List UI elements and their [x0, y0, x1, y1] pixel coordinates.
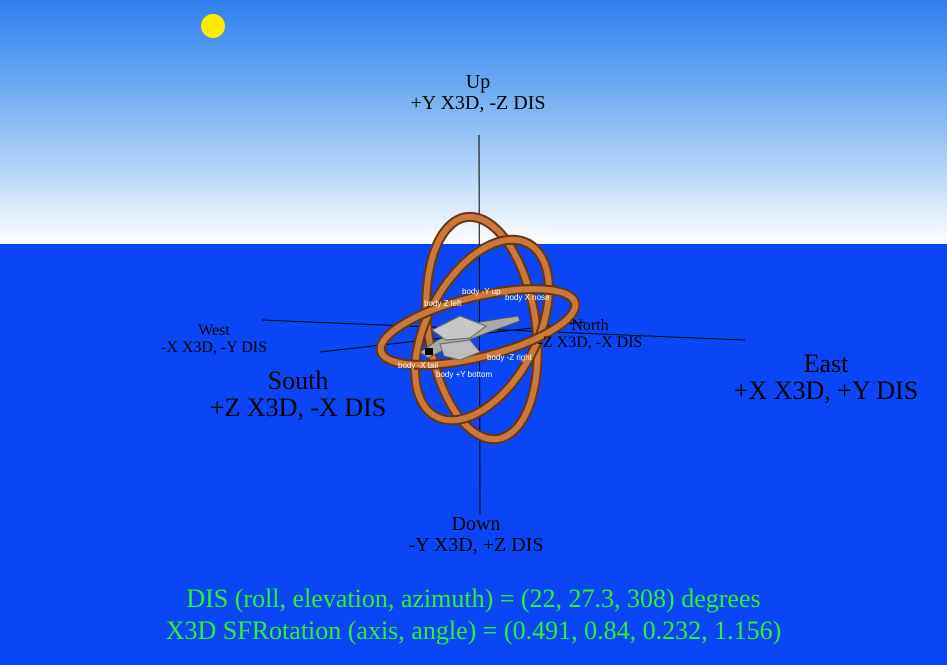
north-label: North -Z X3D, -X DIS — [520, 317, 660, 352]
body-axis-label-y-up: body -Y up — [462, 287, 501, 296]
down-label: Down -Y X3D, +Z DIS — [376, 514, 576, 556]
3d-viewport[interactable]: body -Y up body Z left body X nose body … — [0, 0, 947, 665]
up-label: Up +Y X3D, -Z DIS — [378, 72, 578, 114]
west-label-title: West — [198, 322, 230, 339]
south-label-sub: +Z X3D, -X DIS — [209, 393, 387, 423]
north-label-sub: -Z X3D, -X DIS — [537, 333, 643, 351]
body-axis-label-y-bottom: body +Y bottom — [436, 370, 493, 379]
east-label: East +X X3D, +Y DIS — [706, 350, 946, 405]
body-axis-label-x-nose: body X nose — [505, 293, 550, 302]
down-label-sub: -Y X3D, +Z DIS — [408, 534, 544, 556]
aircraft-nose-marker — [425, 348, 433, 355]
dis-orientation-caption: DIS (roll, elevation, azimuth) = (22, 27… — [186, 584, 761, 613]
up-label-title: Up — [465, 71, 491, 93]
up-label-sub: +Y X3D, -Z DIS — [410, 92, 546, 114]
west-label-sub: -X X3D, -Y DIS — [160, 338, 268, 356]
body-axis-label-z-left: body Z left — [424, 299, 462, 308]
south-label-title: South — [267, 366, 329, 395]
east-label-sub: +X X3D, +Y DIS — [733, 376, 919, 406]
body-axis-label-z-right: body -Z right — [487, 353, 532, 362]
south-label: South +Z X3D, -X DIS — [180, 367, 416, 422]
east-label-title: East — [803, 349, 849, 378]
down-label-title: Down — [451, 513, 501, 535]
west-label: West -X X3D, -Y DIS — [124, 322, 304, 357]
x3d-rotation-caption: X3D SFRotation (axis, angle) = (0.491, 0… — [165, 616, 782, 645]
north-label-title: North — [571, 317, 609, 334]
